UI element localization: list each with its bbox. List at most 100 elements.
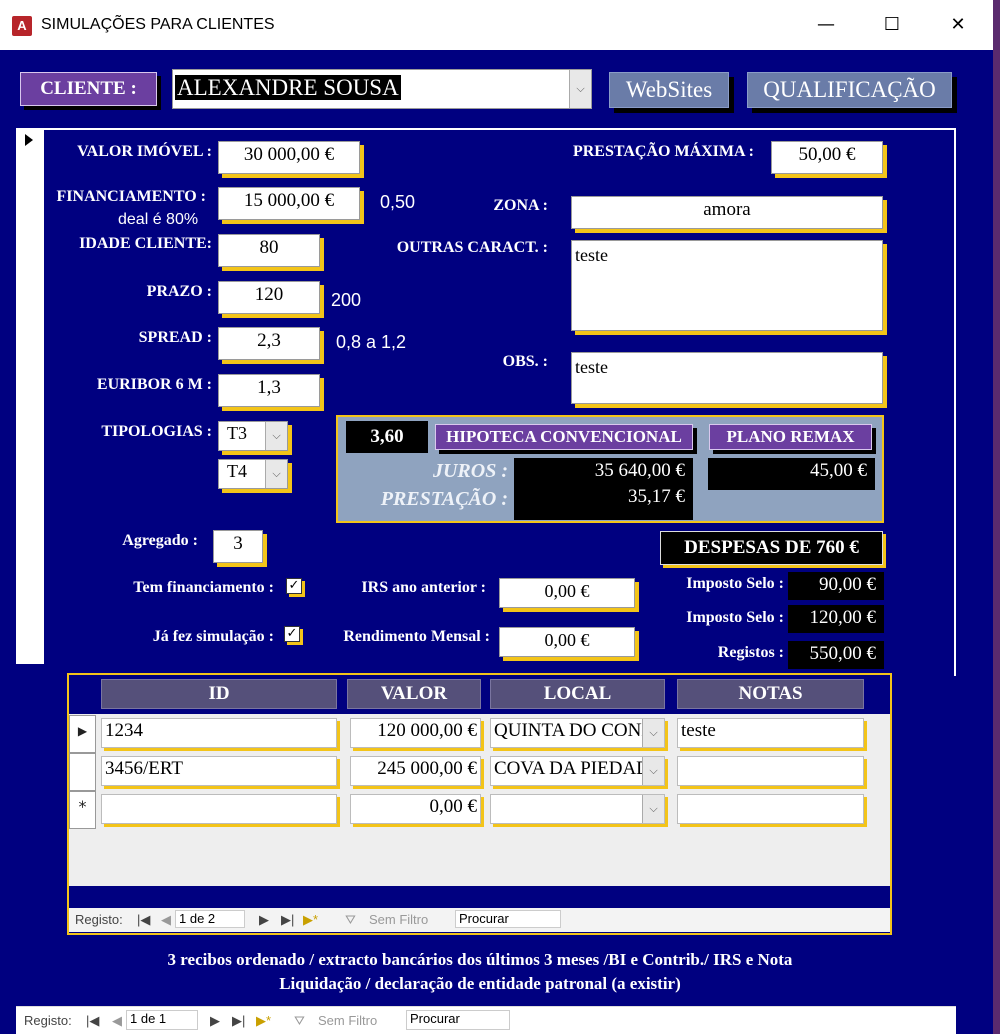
row-id[interactable]: 1234	[101, 718, 337, 748]
tipologia-1-combo[interactable]: T3 ⌵	[218, 421, 288, 451]
financiamento-field[interactable]: 15 000,00 €	[218, 187, 360, 220]
row-valor[interactable]: 0,00 €	[350, 794, 481, 824]
rendimento-label: Rendimento Mensal :	[343, 628, 490, 645]
row-id[interactable]: 3456/ERT	[101, 756, 337, 786]
row-selector[interactable]: ▶	[69, 715, 96, 753]
row-id[interactable]	[101, 794, 337, 824]
euribor-label: EURIBOR 6 M :	[96, 376, 212, 393]
tipologias-label: TIPOLOGIAS :	[101, 423, 212, 440]
filter-icon: ⛛	[345, 912, 356, 927]
row-valor[interactable]: 245 000,00 €	[350, 756, 481, 786]
chevron-down-icon[interactable]: ⌵	[265, 460, 287, 488]
financiamento-ratio: 0,50	[380, 192, 416, 212]
zona-label: ZONA :	[493, 197, 548, 214]
row-selector[interactable]	[69, 753, 96, 791]
spread-label: SPREAD :	[138, 329, 212, 346]
search-input[interactable]: Procurar	[455, 910, 561, 928]
agregado-label: Agregado :	[122, 532, 198, 549]
tem-financiamento-checkbox[interactable]: ✓	[286, 578, 302, 594]
imposto-selo-1-label: Imposto Selo :	[686, 575, 784, 592]
obs-field[interactable]: teste	[571, 352, 883, 404]
prazo-label: PRAZO :	[146, 283, 212, 300]
agregado-field[interactable]: 3	[213, 530, 263, 563]
subform-navigation-bar: Registo: |◀ ◀ 1 de 2 ▶ ▶| ▶* ⛛ Sem Filtr…	[69, 908, 890, 932]
documents-note-line2: Liquidação / declaração de entidade patr…	[279, 974, 681, 993]
last-record-icon[interactable]: ▶|	[232, 1013, 245, 1029]
row-notas[interactable]: teste	[677, 718, 864, 748]
row-local-combo[interactable]: QUINTA DO CONDE ⌵	[490, 718, 665, 748]
idade-label: IDADE CLIENTE:	[79, 235, 212, 252]
previous-record-icon[interactable]: ◀	[112, 1013, 122, 1029]
juros-value: 35 640,00 €	[594, 460, 685, 481]
rendimento-label-clip: Rendimento Mensal :	[314, 626, 490, 648]
chevron-down-icon[interactable]: ⌵	[642, 795, 664, 823]
last-record-icon[interactable]: ▶|	[281, 912, 294, 928]
cliente-label: CLIENTE :	[20, 72, 157, 106]
deal-note: deal é 80%	[118, 211, 199, 228]
column-header-notas: NOTAS	[677, 679, 864, 709]
euribor-field[interactable]: 1,3	[218, 374, 320, 407]
tem-financiamento-label: Tem financiamento :	[133, 579, 274, 596]
row-notas[interactable]	[677, 794, 864, 824]
record-position[interactable]: 1 de 2	[175, 910, 245, 928]
row-local-combo[interactable]: COVA DA PIEDADE ⌵	[490, 756, 665, 786]
chevron-down-icon[interactable]: ⌵	[642, 757, 664, 785]
row-valor[interactable]: 120 000,00 €	[350, 718, 481, 748]
irs-field[interactable]: 0,00 €	[499, 578, 635, 608]
tipologia-2-combo[interactable]: T4 ⌵	[218, 459, 288, 489]
juros-label: JUROS :	[432, 460, 508, 482]
chevron-down-icon[interactable]: ⌵	[642, 719, 664, 747]
valor-imovel-field[interactable]: 30 000,00 €	[218, 141, 360, 174]
plano-remax-button[interactable]: PLANO REMAX	[709, 424, 872, 450]
filter-status[interactable]: Sem Filtro	[318, 1013, 377, 1028]
new-record-icon[interactable]: ▶*	[303, 912, 318, 928]
search-input[interactable]: Procurar	[406, 1010, 510, 1030]
prestacao-value: 35,17 €	[628, 486, 685, 507]
cliente-value: ALEXANDRE SOUSA	[175, 75, 401, 100]
section-right-border	[954, 128, 956, 676]
row-local-combo[interactable]: ⌵	[490, 794, 665, 824]
minimize-button[interactable]: —	[806, 10, 846, 40]
chevron-down-icon[interactable]: ⌵	[569, 70, 591, 108]
first-record-icon[interactable]: |◀	[137, 912, 150, 928]
outras-caract-label: OUTRAS CARACT. :	[396, 239, 548, 256]
spread-note: 0,8 a 1,2	[336, 332, 407, 352]
zona-field[interactable]: amora	[571, 196, 883, 229]
prestacao-maxima-label: PRESTAÇÃO MÁXIMA :	[572, 143, 754, 160]
documents-note-line1: 3 recibos ordenado / extracto bancários …	[167, 950, 793, 969]
row-local: COVA DA PIEDADE	[494, 758, 662, 779]
column-header-valor: VALOR	[347, 679, 481, 709]
qualificacao-button[interactable]: QUALIFICAÇÃO	[747, 72, 952, 108]
new-row-selector[interactable]: *	[69, 791, 96, 829]
new-record-icon[interactable]: ▶*	[256, 1013, 271, 1029]
prazo-note: 200	[331, 290, 362, 310]
window-edge	[993, 0, 1000, 1034]
cliente-combo[interactable]: ALEXANDRE SOUSA ⌵	[172, 69, 592, 109]
prestacao-maxima-field[interactable]: 50,00 €	[771, 141, 883, 174]
websites-button[interactable]: WebSites	[609, 72, 729, 108]
filter-status[interactable]: Sem Filtro	[369, 912, 428, 927]
valor-imovel-label: VALOR IMÓVEL :	[77, 143, 212, 160]
previous-record-icon[interactable]: ◀	[161, 912, 171, 928]
rendimento-field[interactable]: 0,00 €	[499, 627, 635, 657]
column-header-id: ID	[101, 679, 337, 709]
prazo-field[interactable]: 120	[218, 281, 320, 314]
next-record-icon[interactable]: ▶	[210, 1013, 220, 1029]
idade-field[interactable]: 80	[218, 234, 320, 267]
next-record-icon[interactable]: ▶	[259, 912, 269, 928]
record-selector[interactable]	[16, 128, 44, 664]
maximize-button[interactable]: ☐	[872, 10, 912, 40]
first-record-icon[interactable]: |◀	[86, 1013, 99, 1029]
ja-fez-simulacao-checkbox[interactable]: ✓	[284, 626, 300, 642]
record-position[interactable]: 1 de 1	[126, 1010, 198, 1030]
imposto-selo-2-label: Imposto Selo :	[686, 609, 784, 626]
spread-field[interactable]: 2,3	[218, 327, 320, 360]
chevron-down-icon[interactable]: ⌵	[265, 422, 287, 450]
registos-label: Registos :	[717, 644, 784, 661]
registo-label: Registo:	[24, 1013, 72, 1028]
row-notas[interactable]	[677, 756, 864, 786]
close-button[interactable]: ✕	[938, 10, 978, 40]
hipoteca-convencional-button[interactable]: HIPOTECA CONVENCIONAL	[435, 424, 693, 450]
outras-caract-field[interactable]: teste	[571, 240, 883, 331]
prestacao-label: PRESTAÇÃO :	[380, 488, 508, 510]
